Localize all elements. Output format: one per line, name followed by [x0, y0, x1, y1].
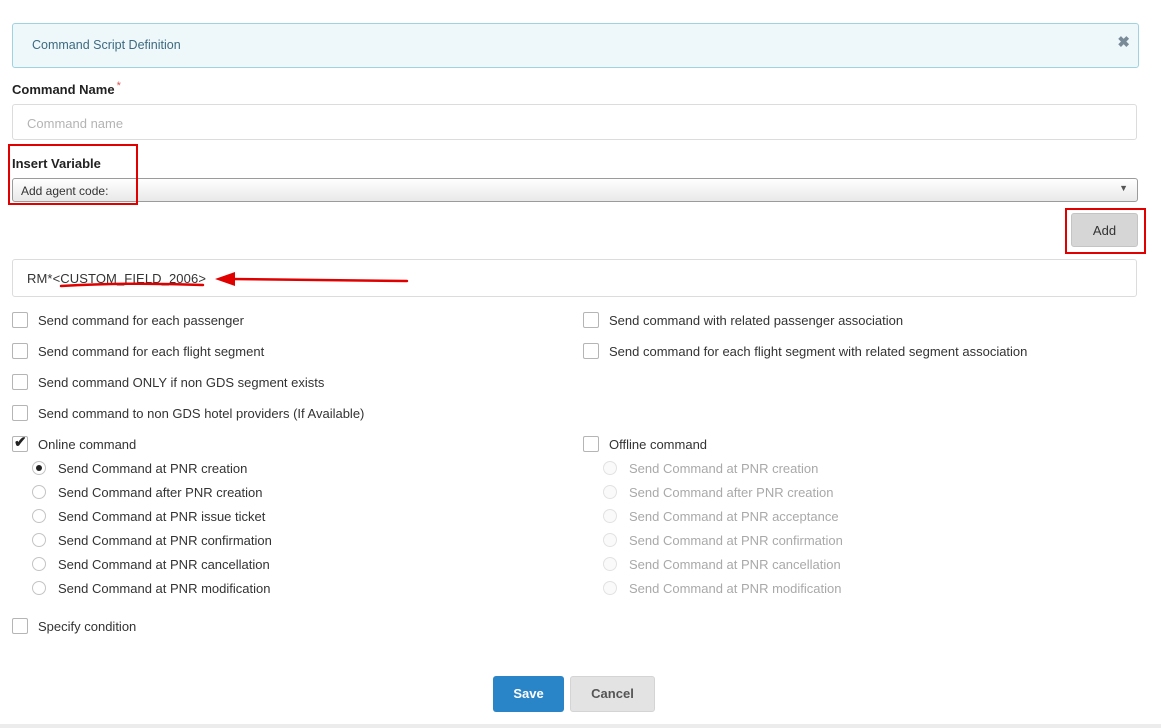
radio-online-pnr-creation[interactable] [32, 461, 46, 475]
annotation-arrow-line [229, 277, 409, 283]
radio-label: Send Command after PNR creation [58, 485, 263, 500]
annotation-arrow-head [215, 272, 235, 286]
online-command-label: Online command [38, 437, 137, 452]
command-name-label-text: Command Name [12, 82, 115, 97]
radio-label: Send Command at PNR creation [629, 461, 819, 476]
annotation-arrow [59, 272, 409, 288]
checkbox-related-segment-association[interactable] [583, 343, 599, 359]
radio-label: Send Command at PNR modification [629, 581, 842, 596]
radio-offline-pnr-acceptance [603, 509, 617, 523]
checkbox-each-flight-segment[interactable] [12, 343, 28, 359]
checkbox-label: Send command for each flight segment [38, 344, 265, 359]
specify-condition-label: Specify condition [38, 619, 137, 634]
radio-label: Send Command after PNR creation [629, 485, 834, 500]
checkbox-offline-command[interactable] [583, 436, 599, 452]
annotation-box-add-button [1065, 208, 1146, 254]
checkbox-each-passenger[interactable] [12, 312, 28, 328]
radio-online-pnr-issue-ticket[interactable] [32, 509, 46, 523]
insert-variable-select[interactable]: Add agent code: ▼ [12, 178, 1138, 202]
required-marker: * [116, 80, 121, 92]
radio-label: Send Command at PNR acceptance [629, 509, 839, 524]
radio-label: Send Command at PNR confirmation [58, 533, 272, 548]
checkbox-label: Send command for each flight segment wit… [609, 344, 1028, 359]
radio-online-pnr-confirmation[interactable] [32, 533, 46, 547]
radio-label: Send Command at PNR cancellation [58, 557, 270, 572]
checkbox-online-command[interactable]: ✔ [12, 434, 28, 452]
checkbox-non-gds-hotel[interactable] [12, 405, 28, 421]
checkmark-icon: ✔ [14, 434, 27, 451]
radio-offline-after-pnr-creation [603, 485, 617, 499]
radio-selected-dot [36, 465, 42, 471]
save-button[interactable]: Save [493, 676, 564, 712]
footer-divider [0, 724, 1161, 728]
banner-title: Command Script Definition [32, 38, 181, 52]
checkbox-specify-condition[interactable] [12, 618, 28, 634]
radio-label: Send Command at PNR issue ticket [58, 509, 266, 524]
command-name-placeholder: Command name [27, 116, 124, 131]
checkbox-non-gds-segment[interactable] [12, 374, 28, 390]
radio-offline-pnr-cancellation [603, 557, 617, 571]
checkbox-label: Send command to non GDS hotel providers … [38, 406, 365, 421]
checkbox-label: Send command for each passenger [38, 313, 244, 328]
radio-online-pnr-cancellation[interactable] [32, 557, 46, 571]
checkbox-label: Send command with related passenger asso… [609, 313, 904, 328]
offline-command-label: Offline command [609, 437, 708, 452]
annotation-underline [59, 282, 205, 288]
command-name-input[interactable]: Command name [12, 104, 1137, 140]
radio-offline-pnr-confirmation [603, 533, 617, 547]
radio-label: Send Command at PNR modification [58, 581, 271, 596]
radio-label: Send Command at PNR confirmation [629, 533, 843, 548]
radio-label: Send Command at PNR cancellation [629, 557, 841, 572]
annotation-box-insert-variable [8, 144, 138, 205]
chevron-down-icon: ▼ [1119, 183, 1128, 193]
checkbox-label: Send command ONLY if non GDS segment exi… [38, 375, 325, 390]
close-icon[interactable]: ✖ [1117, 33, 1130, 51]
command-name-label: Command Name * [12, 80, 121, 97]
radio-label: Send Command at PNR creation [58, 461, 248, 476]
radio-offline-pnr-modification [603, 581, 617, 595]
radio-online-after-pnr-creation[interactable] [32, 485, 46, 499]
info-banner: Command Script Definition ✖ [12, 23, 1139, 68]
cancel-button[interactable]: Cancel [570, 676, 655, 712]
radio-online-pnr-modification[interactable] [32, 581, 46, 595]
radio-offline-pnr-creation [603, 461, 617, 475]
checkbox-related-passenger-association[interactable] [583, 312, 599, 328]
